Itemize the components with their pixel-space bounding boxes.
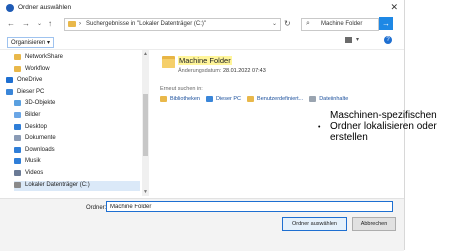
- sidebar-item-label: Bilder: [25, 112, 41, 118]
- sidebar-item-icon: [14, 123, 21, 130]
- sidebar-item-icon: [6, 77, 13, 84]
- folder-icon: [68, 21, 76, 27]
- folder-name-input[interactable]: [106, 201, 393, 212]
- sidebar-item-icon: [14, 65, 21, 72]
- select-folder-button[interactable]: Ordner auswählen: [282, 217, 347, 231]
- close-icon[interactable]: ✕: [390, 2, 398, 13]
- search-scope-label: Bibliotheken: [170, 96, 200, 102]
- search-icon: ⌕: [306, 20, 310, 27]
- view-options-icon[interactable]: [345, 37, 352, 43]
- app-icon: [6, 4, 14, 12]
- sidebar-item-label: Lokaler Datenträger (C:): [25, 181, 90, 188]
- cancel-button[interactable]: Abbrechen: [352, 217, 396, 231]
- refresh-icon[interactable]: ↻: [284, 19, 291, 28]
- folder-field-label: Ordner:: [86, 205, 107, 211]
- navigation-scrollbar[interactable]: ▲ ▼: [142, 50, 149, 196]
- search-scope-link[interactable]: Bibliotheken: [160, 96, 200, 102]
- search-scope-icon: [309, 96, 317, 102]
- callout-text: Maschinen-spezifischen Ordner lokalisier…: [330, 110, 474, 143]
- callout-line: Ordner lokalisieren oder: [330, 121, 437, 132]
- sidebar-item-icon: [14, 181, 21, 188]
- search-scope-link[interactable]: Benutzerdefiniert...: [247, 96, 303, 102]
- callout-bullet: •: [318, 124, 321, 131]
- search-scope-label: Benutzerdefiniert...: [257, 96, 304, 102]
- window-title: Ordner auswählen: [18, 4, 72, 11]
- callout-line: erstellen: [330, 132, 368, 143]
- forward-arrow-icon[interactable]: →: [22, 19, 30, 28]
- breadcrumb-chevron-icon: ›: [79, 21, 81, 27]
- sidebar-item[interactable]: Lokaler Datenträger (C:): [14, 180, 140, 191]
- search-go-button[interactable]: →: [379, 17, 393, 30]
- sidebar-item-label: OneDrive: [17, 77, 43, 84]
- search-scope-label: Dateiinhalte: [319, 96, 349, 102]
- address-row: ← → ⌄ ↑ › Suchergebnisse in "Lokaler Dat…: [0, 17, 404, 31]
- search-scope-link[interactable]: Dieser PC: [205, 96, 242, 102]
- toolbar: Organisieren ▾ ▾ ?: [0, 35, 404, 50]
- sidebar-item-label: NetworkShare: [25, 54, 64, 60]
- up-arrow-icon[interactable]: ↑: [48, 19, 52, 28]
- search-input[interactable]: ⌕ Machine Folder: [301, 18, 379, 31]
- sidebar-item-label: Workflow: [25, 65, 50, 72]
- search-value: Machine Folder: [321, 21, 363, 27]
- navigation-pane: NetworkShare Workflow OneDrive Dieser PC 3D-…: [0, 50, 140, 196]
- sidebar-item-icon: [14, 158, 21, 165]
- sidebar-item-icon: [14, 112, 21, 118]
- sidebar-item-label: Dieser PC: [17, 88, 45, 95]
- address-bar[interactable]: › Suchergebnisse in "Lokaler Datenträger…: [64, 18, 281, 31]
- search-scope-label: Dieser PC: [215, 96, 242, 102]
- title-bar: Ordner auswählen ✕: [0, 0, 404, 16]
- search-scope-link[interactable]: Dateiinhalte: [309, 96, 348, 102]
- sidebar-item-icon: [14, 170, 21, 176]
- sidebar-item-icon: [6, 88, 13, 95]
- sidebar-item-label: 3D-Objekte: [25, 100, 56, 107]
- sidebar-item-icon: [14, 100, 21, 107]
- sidebar-item-icon: [14, 135, 21, 142]
- sidebar-item-icon: [14, 146, 21, 153]
- search-scope-icon: [205, 96, 213, 102]
- sidebar-item-icon: [14, 54, 21, 60]
- organize-button[interactable]: Organisieren ▾: [7, 37, 55, 48]
- scroll-down-icon[interactable]: ▼: [143, 189, 148, 195]
- address-dropdown-icon[interactable]: ⌄: [272, 20, 277, 27]
- search-scope-icon: [160, 96, 167, 102]
- sidebar-item-label: Downloads: [25, 146, 55, 153]
- result-folder-name[interactable]: Machine Folder: [178, 56, 232, 65]
- search-scope-icon: [247, 96, 255, 102]
- back-arrow-icon[interactable]: ←: [7, 19, 15, 28]
- scroll-up-icon[interactable]: ▲: [143, 51, 148, 57]
- recent-locations-chevron-icon[interactable]: ⌄: [37, 20, 42, 27]
- sidebar-item-label: Dokumente: [25, 135, 56, 142]
- callout-line: Maschinen-spezifischen: [330, 110, 437, 121]
- search-scope-list: Bibliotheken Dieser PC Benutzerdefiniert..…: [160, 95, 354, 105]
- sidebar-item-label: Desktop: [25, 123, 48, 130]
- scroll-thumb[interactable]: [143, 94, 148, 156]
- help-icon[interactable]: ?: [384, 36, 392, 44]
- breadcrumb: Suchergebnisse in "Lokaler Datenträger (…: [86, 21, 206, 27]
- view-dropdown-icon[interactable]: ▾: [356, 36, 359, 43]
- sidebar-item-label: Musik: [25, 158, 41, 165]
- search-again-label: Erneut suchen in:: [160, 86, 203, 92]
- result-folder-date: Änderungsdatum: 28.01.2022 07:43: [178, 68, 266, 74]
- result-folder-icon: [162, 56, 175, 68]
- sidebar-item-label: Videos: [25, 170, 44, 176]
